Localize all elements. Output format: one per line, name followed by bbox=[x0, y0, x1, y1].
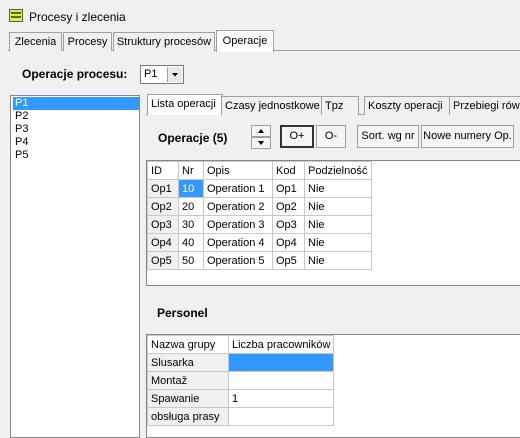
add-operation-button[interactable]: O+ bbox=[280, 125, 314, 148]
table-cell[interactable]: Op5 bbox=[272, 251, 305, 270]
table-cell[interactable]: Op3 bbox=[147, 215, 179, 234]
column-header[interactable]: Nr bbox=[178, 161, 204, 180]
table-cell[interactable] bbox=[227, 353, 335, 372]
table-cell[interactable]: Op4 bbox=[272, 233, 305, 252]
table-cell[interactable]: Operation 2 bbox=[203, 197, 273, 216]
table-cell[interactable]: obsługa prasy bbox=[147, 407, 229, 426]
table-cell[interactable]: Nie bbox=[304, 179, 372, 198]
process-list[interactable]: P1 P2 P3 P4 P5 bbox=[10, 95, 140, 438]
table-row[interactable]: Op4 40 Operation 4 Op4 Nie bbox=[147, 233, 372, 252]
tab-lista-operacji[interactable]: Lista operacji bbox=[147, 94, 223, 115]
table-cell[interactable]: Operation 1 bbox=[203, 179, 273, 198]
table-cell[interactable]: Op1 bbox=[272, 179, 305, 198]
table-row[interactable]: Slusarka bbox=[147, 353, 335, 372]
operations-header-row: ID Nr Opis Kod Podzielność bbox=[147, 161, 372, 180]
move-down-button[interactable] bbox=[251, 137, 271, 149]
table-row[interactable]: Op5 50 Operation 5 Op5 Nie bbox=[147, 251, 372, 270]
table-row[interactable]: obsługa prasy bbox=[147, 407, 335, 426]
tab-zlecenia[interactable]: Zlecenia bbox=[9, 32, 62, 51]
tab-przebiegi[interactable]: Przebiegi równ bbox=[449, 96, 520, 115]
process-list-item[interactable]: P3 bbox=[13, 123, 139, 136]
tab-tpz[interactable]: Tpz bbox=[321, 96, 359, 115]
arrow-down-icon bbox=[258, 141, 264, 145]
process-list-item[interactable]: P1 bbox=[13, 97, 139, 110]
process-combo[interactable]: P1 bbox=[140, 65, 184, 84]
table-cell[interactable]: Op3 bbox=[272, 215, 305, 234]
process-list-item[interactable]: P2 bbox=[13, 110, 139, 123]
table-cell[interactable]: 50 bbox=[178, 251, 204, 270]
tab-operacje[interactable]: Operacje bbox=[216, 30, 274, 52]
table-cell[interactable]: Op4 bbox=[147, 233, 179, 252]
tab-struktury-procesow[interactable]: Struktury procesów bbox=[113, 32, 215, 51]
arrow-up-icon bbox=[258, 129, 264, 133]
process-label: Operacje procesu: bbox=[22, 67, 128, 81]
process-list-item[interactable]: P5 bbox=[13, 149, 139, 162]
table-cell[interactable]: Op2 bbox=[272, 197, 305, 216]
table-cell[interactable]: Op1 bbox=[147, 179, 179, 198]
combo-dropdown-button[interactable] bbox=[167, 67, 182, 82]
app-icon bbox=[9, 9, 23, 22]
table-cell[interactable]: Nie bbox=[304, 197, 372, 216]
column-header[interactable]: Opis bbox=[203, 161, 273, 180]
column-header[interactable]: Podzielność bbox=[304, 161, 372, 180]
column-header[interactable]: Kod bbox=[272, 161, 305, 180]
table-cell[interactable]: Op5 bbox=[147, 251, 179, 270]
table-cell[interactable]: Operation 3 bbox=[203, 215, 273, 234]
table-cell[interactable]: Nie bbox=[304, 233, 372, 252]
table-cell[interactable]: Nie bbox=[304, 215, 372, 234]
table-cell[interactable] bbox=[227, 371, 335, 390]
table-row[interactable]: Montaž bbox=[147, 371, 335, 390]
table-cell[interactable]: 40 bbox=[178, 233, 204, 252]
remove-operation-button[interactable]: O- bbox=[316, 125, 346, 148]
table-cell[interactable]: Operation 5 bbox=[203, 251, 273, 270]
operations-heading: Operacje (5) bbox=[158, 131, 228, 145]
table-cell[interactable]: Spawanie bbox=[147, 389, 229, 408]
table-cell[interactable]: Montaž bbox=[147, 371, 229, 390]
process-list-item[interactable]: P4 bbox=[13, 136, 139, 149]
personnel-heading: Personel bbox=[157, 306, 208, 320]
personnel-grid[interactable]: Nazwa grupy Liczba pracowników Slusarka … bbox=[146, 334, 520, 438]
column-header[interactable]: Nazwa grupy bbox=[147, 335, 229, 354]
table-cell[interactable]: Op2 bbox=[147, 197, 179, 216]
table-cell[interactable]: 10 bbox=[178, 179, 204, 198]
move-up-button[interactable] bbox=[251, 125, 271, 137]
tab-koszty-operacji[interactable]: Koszty operacji bbox=[364, 96, 451, 115]
sort-button[interactable]: Sort. wg nr bbox=[357, 125, 419, 148]
table-row[interactable]: Op2 20 Operation 2 Op2 Nie bbox=[147, 197, 372, 216]
process-combo-value: P1 bbox=[144, 68, 158, 80]
table-cell[interactable]: Nie bbox=[304, 251, 372, 270]
window-title: Procesy i zlecenia bbox=[29, 10, 126, 24]
operations-grid[interactable]: ID Nr Opis Kod Podzielność Op1 10 Operat… bbox=[146, 160, 520, 286]
personnel-header-row: Nazwa grupy Liczba pracowników bbox=[147, 335, 335, 354]
table-row[interactable]: Op1 10 Operation 1 Op1 Nie bbox=[147, 179, 372, 198]
column-header[interactable]: ID bbox=[147, 161, 179, 180]
table-cell[interactable]: Operation 4 bbox=[203, 233, 273, 252]
renumber-button[interactable]: Nowe numery Op. bbox=[421, 125, 514, 148]
table-row[interactable]: Op3 30 Operation 3 Op3 Nie bbox=[147, 215, 372, 234]
chevron-down-icon bbox=[172, 73, 178, 77]
table-row[interactable]: Spawanie 1 bbox=[147, 389, 335, 408]
table-cell[interactable]: 1 bbox=[227, 389, 335, 408]
table-cell[interactable]: 20 bbox=[178, 197, 204, 216]
table-cell[interactable]: 30 bbox=[178, 215, 204, 234]
table-cell[interactable]: Slusarka bbox=[147, 353, 229, 372]
tab-czasy-jednostkowe[interactable]: Czasy jednostkowe bbox=[221, 96, 323, 115]
tab-procesy[interactable]: Procesy bbox=[63, 32, 112, 51]
table-cell[interactable] bbox=[227, 407, 335, 426]
column-header[interactable]: Liczba pracowników bbox=[227, 335, 335, 354]
